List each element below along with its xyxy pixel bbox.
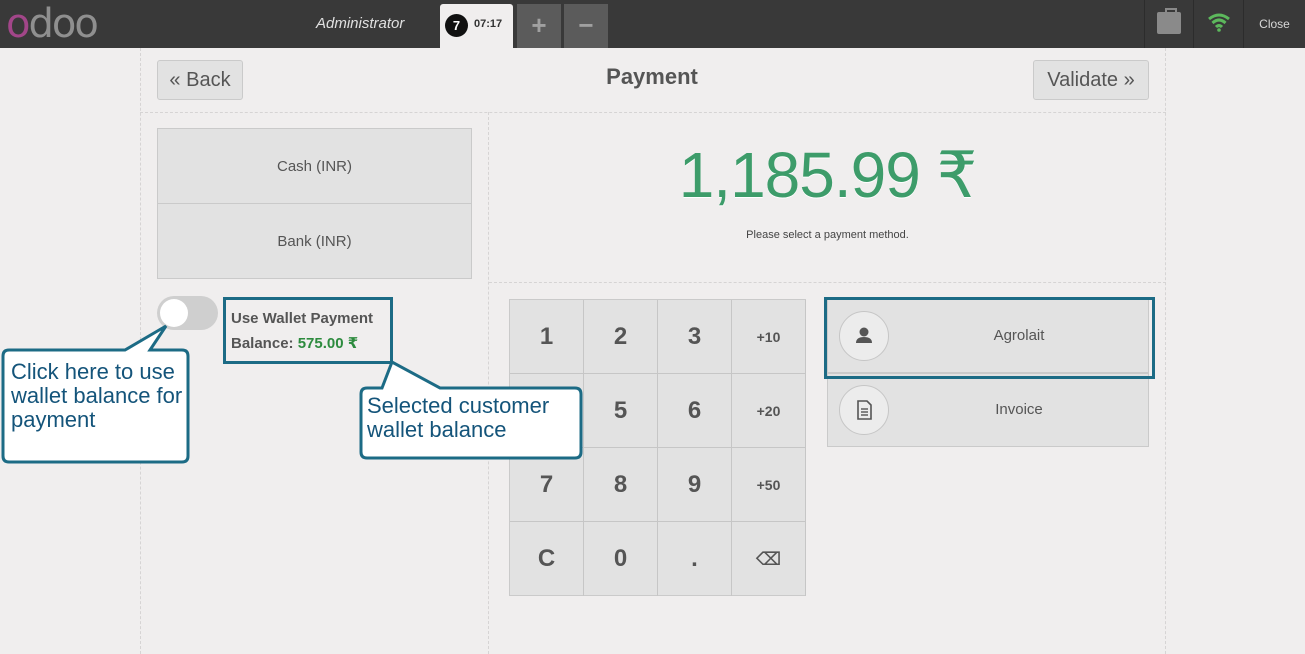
cashier-name[interactable]: Administrator — [316, 15, 404, 32]
connection-status[interactable] — [1193, 0, 1243, 48]
proxy-device-icon — [1157, 8, 1181, 34]
wallet-toggle[interactable] — [157, 296, 218, 330]
numpad-key-clear[interactable]: C — [510, 522, 584, 596]
back-button[interactable]: « Back — [157, 60, 243, 100]
invoice-label: Invoice — [995, 401, 1043, 418]
payment-methods: Cash (INR) Bank (INR) — [157, 128, 472, 279]
numpad-key[interactable]: +10 — [732, 300, 806, 374]
new-order-button[interactable]: + — [517, 4, 561, 48]
divider — [140, 112, 1166, 113]
numpad: 1 2 3 +10 4 5 6 +20 7 8 9 +50 C 0 . ⌫ — [509, 299, 806, 596]
callout-text-balance: Selected customer wallet balance — [367, 393, 550, 442]
numpad-key[interactable]: 8 — [584, 448, 658, 522]
close-button[interactable]: Close — [1243, 0, 1305, 48]
payment-method-cash[interactable]: Cash (INR) — [158, 129, 471, 204]
order-time: 07:17 — [474, 18, 503, 30]
numpad-key[interactable]: 2 — [584, 300, 658, 374]
order-tab[interactable]: 7 07:17 — [440, 4, 513, 48]
numpad-key[interactable]: 7 — [510, 448, 584, 522]
numpad-key[interactable]: 5 — [584, 374, 658, 448]
wifi-icon — [1208, 13, 1230, 32]
validate-button[interactable]: Validate » — [1033, 60, 1149, 100]
payment-hint: Please select a payment method. — [746, 229, 909, 241]
payment-total: 1,185.99 ₹ — [678, 139, 978, 211]
numpad-key-decimal[interactable]: . — [658, 522, 732, 596]
numpad-key[interactable]: +20 — [732, 374, 806, 448]
numpad-key[interactable]: 9 — [658, 448, 732, 522]
numpad-key[interactable]: 1 — [510, 300, 584, 374]
backspace-icon[interactable]: ⌫ — [732, 522, 806, 596]
proxy-status[interactable] — [1144, 0, 1192, 48]
delete-order-button[interactable]: − — [564, 4, 608, 48]
page-title: Payment — [606, 64, 698, 89]
divider — [489, 282, 1166, 283]
document-icon — [839, 385, 889, 435]
callout-text-toggle: Click here to use wallet balance for pay… — [11, 359, 183, 432]
highlight-frame — [223, 297, 393, 364]
top-bar: odoo Administrator 7 07:17 + − Close — [0, 0, 1305, 48]
numpad-key[interactable]: 0 — [584, 522, 658, 596]
toggle-knob — [160, 299, 188, 327]
numpad-key[interactable]: +50 — [732, 448, 806, 522]
odoo-logo: odoo — [6, 1, 99, 47]
payment-method-bank[interactable]: Bank (INR) — [158, 204, 471, 279]
invoice-button[interactable]: Invoice — [827, 373, 1149, 447]
numpad-key[interactable]: 6 — [658, 374, 732, 448]
numpad-key[interactable]: 3 — [658, 300, 732, 374]
highlight-frame — [824, 297, 1155, 379]
order-number-badge: 7 — [445, 14, 468, 37]
